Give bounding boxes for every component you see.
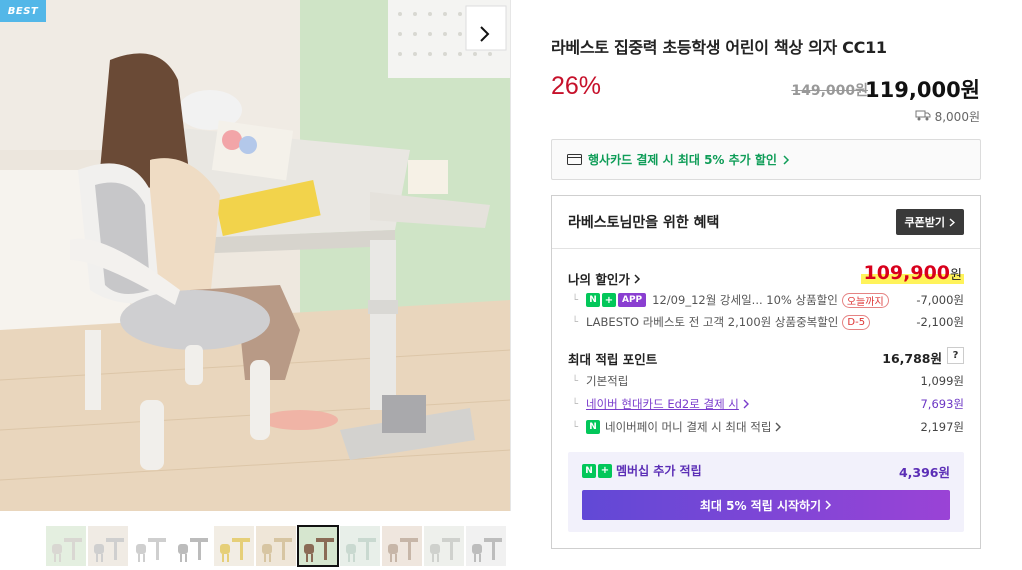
benefit-title: 라베스토님만을 위한 혜택 (568, 215, 720, 231)
thumb-desk-chair-room (424, 526, 464, 566)
thumb-desk-set-beige (214, 526, 254, 566)
thumbnail[interactable] (340, 526, 380, 566)
product-photo-girl-at-desk (0, 0, 510, 511)
credit-card-icon (567, 150, 582, 169)
membership-start-label: 최대 5% 적립 시작하기 (699, 498, 822, 513)
thumb-desk-room (88, 526, 128, 566)
naver-n-badge: N (582, 463, 596, 478)
naver-plus-badge: + (598, 463, 612, 478)
thumb-chair-white (130, 526, 170, 566)
chevron-right-icon (825, 500, 832, 510)
main-product-image[interactable]: BEST (0, 0, 511, 511)
thumbnail[interactable] (256, 526, 296, 566)
thumb-chair-grey (172, 526, 212, 566)
membership-section: N + 멤버십 추가 적립 4,396원 최대 5% 적립 시작하기 (568, 452, 964, 532)
thumb-girl-at-desk (298, 526, 338, 566)
card-promo-text: 행사카드 결제 시 최대 5% 추가 할인 (588, 153, 777, 167)
points-item[interactable]: └ N 네이버페이 머니 결제 시 최대 적립 2,197원 (572, 419, 964, 435)
app-badge: APP (618, 293, 647, 307)
card-points-link[interactable]: 네이버 현대카드 Ed2로 결제 시 (586, 396, 739, 412)
my-price-value: 109,900 (863, 262, 951, 284)
chevron-right-icon (783, 150, 790, 169)
help-button[interactable]: ? (947, 347, 964, 364)
benefit-panel: 라베스토님만을 위한 혜택 쿠폰받기 나의 할인가 109,900원 └ N +… (551, 195, 981, 549)
my-price-label[interactable]: 나의 할인가 (568, 269, 641, 288)
points-amount: 1,099원 (920, 374, 964, 388)
deadline-pill: 오늘까지 (841, 292, 889, 308)
tree-connector-icon: └ (572, 316, 579, 328)
membership-label-text: 멤버십 추가 적립 (616, 464, 702, 478)
thumb-desk-chair-cut (466, 526, 506, 566)
coupon-button-label: 쿠폰받기 (904, 216, 945, 229)
points-item: └ 기본적립 1,099원 (572, 373, 964, 389)
truck-icon (915, 109, 931, 124)
membership-start-button[interactable]: 최대 5% 적립 시작하기 (582, 490, 950, 520)
thumbnail[interactable] (46, 526, 86, 566)
chevron-right-icon (743, 399, 749, 409)
product-detail-page: BEST 라베스토 집중력 초등학생 어린이 책상 의자 CC11 26% 14… (0, 0, 1022, 570)
chevron-right-icon (634, 274, 641, 284)
thumbnail[interactable] (172, 526, 212, 566)
thumb-desk-set-mint (340, 526, 380, 566)
thumbnail[interactable] (130, 526, 170, 566)
naverpay-badge: N (586, 420, 600, 434)
thumbnail[interactable] (424, 526, 464, 566)
discount-item: └ N + APP 12/09_12월 강세일... 10% 상품할인 오늘까지… (572, 292, 964, 308)
thumbnail-strip (0, 512, 511, 570)
tree-connector-icon: └ (572, 375, 579, 387)
my-price: 109,900원 (861, 262, 964, 284)
points-text: 네이버페이 머니 결제 시 최대 적립 (605, 420, 772, 434)
divider (552, 248, 980, 249)
thumbnail[interactable] (466, 526, 506, 566)
sale-price: 119,000원 (865, 78, 980, 102)
chevron-right-icon (775, 422, 782, 432)
thumb-desk-chair-set (46, 526, 86, 566)
best-badge: BEST (0, 0, 46, 22)
shipping-fee: 8,000원 (915, 108, 980, 125)
thumb-desk-set-wood (256, 526, 296, 566)
discount-rate: 26% (551, 72, 602, 100)
tree-connector-icon: └ (572, 294, 579, 306)
thumbnail[interactable] (382, 526, 422, 566)
thumbnail[interactable] (214, 526, 254, 566)
thumb-girl-studying (382, 526, 422, 566)
my-price-label-text: 나의 할인가 (568, 272, 630, 287)
discount-amount: -7,000원 (916, 293, 964, 307)
card-promo-banner[interactable]: 행사카드 결제 시 최대 5% 추가 할인 (551, 139, 981, 180)
points-amount: 2,197원 (920, 420, 964, 434)
naver-n-badge: N (586, 293, 600, 307)
deadline-pill: D-5 (842, 314, 871, 330)
chevron-right-icon (949, 217, 955, 227)
tree-connector-icon: └ (572, 398, 579, 410)
membership-label: N + 멤버십 추가 적립 (582, 462, 702, 479)
membership-amount: 4,396원 (898, 465, 950, 480)
shipping-fee-text: 8,000원 (934, 110, 980, 124)
discount-text: 12/09_12월 강세일... 10% 상품할인 (652, 293, 838, 307)
original-price: 149,000원 (791, 83, 868, 99)
product-title: 라베스토 집중력 초등학생 어린이 책상 의자 CC11 (551, 38, 887, 57)
chevron-right-icon[interactable] (474, 22, 494, 46)
points-item[interactable]: └ 네이버 현대카드 Ed2로 결제 시 7,693원 (572, 396, 964, 412)
thumbnail[interactable] (88, 526, 128, 566)
tree-connector-icon: └ (572, 421, 579, 433)
coupon-button[interactable]: 쿠폰받기 (895, 209, 964, 235)
points-amount: 7,693원 (920, 397, 964, 411)
won-unit: 원 (950, 268, 962, 283)
naver-plus-badge: + (602, 293, 616, 307)
discount-text: LABESTO 라베스토 전 고객 2,100원 상품중복할인 (586, 315, 839, 329)
thumbnail[interactable] (297, 525, 339, 567)
discount-item: └ LABESTO 라베스토 전 고객 2,100원 상품중복할인 D-5 -2… (572, 314, 964, 330)
points-total: 16,788원 (882, 351, 942, 366)
points-label: 최대 적립 포인트 (568, 352, 658, 367)
points-text: 기본적립 (586, 374, 629, 388)
discount-amount: -2,100원 (916, 315, 964, 329)
